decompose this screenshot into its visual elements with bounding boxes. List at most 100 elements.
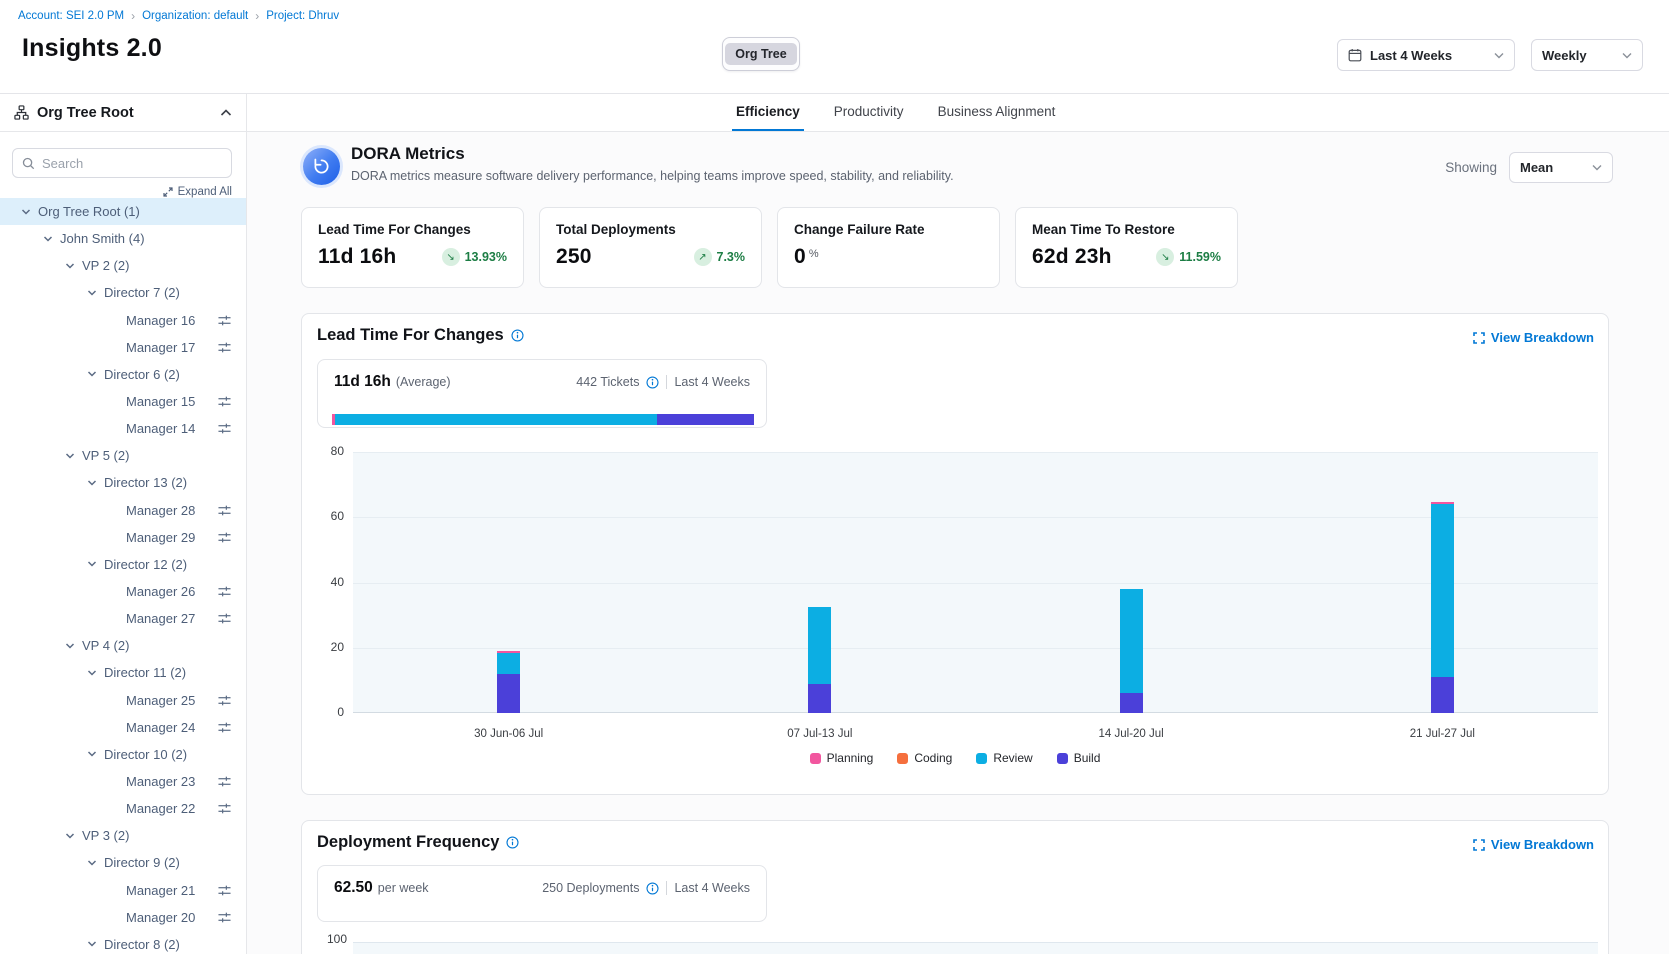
legend-item-review[interactable]: Review	[976, 751, 1032, 765]
chevron-down-icon[interactable]	[86, 558, 98, 570]
filters-icon[interactable]	[217, 802, 232, 815]
chevron-down-icon[interactable]	[86, 477, 98, 489]
tree-item-manager-15[interactable]: Manager 15	[0, 388, 246, 415]
deployment-rate-suffix: per week	[378, 881, 429, 895]
filters-icon[interactable]	[217, 531, 232, 544]
filters-icon[interactable]	[217, 612, 232, 625]
info-icon[interactable]	[506, 836, 519, 849]
tree-item-manager-21[interactable]: Manager 21	[0, 877, 246, 904]
chevron-down-icon[interactable]	[86, 748, 98, 760]
tree-item-label: Manager 21	[126, 883, 195, 898]
breadcrumb-project[interactable]: Project: Dhruv	[266, 10, 339, 22]
chevron-down-icon[interactable]	[86, 368, 98, 380]
lead-time-view-breakdown[interactable]: View Breakdown	[1473, 330, 1594, 345]
breadcrumb-account[interactable]: Account: SEI 2.0 PM	[18, 10, 124, 22]
lead-time-panel: Lead Time For Changes View Breakdown 11d…	[301, 313, 1609, 795]
bar-segment-review	[1431, 504, 1454, 677]
tree-item-director-10-2-[interactable]: Director 10 (2)	[0, 741, 246, 768]
chevron-down-icon[interactable]	[86, 667, 98, 679]
tree-item-manager-23[interactable]: Manager 23	[0, 768, 246, 795]
tree-item-manager-25[interactable]: Manager 25	[0, 687, 246, 714]
tab-productivity[interactable]: Productivity	[830, 94, 908, 131]
filters-icon[interactable]	[217, 884, 232, 897]
breadcrumb-organization[interactable]: Organization: default	[142, 10, 248, 22]
tree-item-manager-27[interactable]: Manager 27	[0, 605, 246, 632]
chevron-down-icon[interactable]	[20, 206, 32, 218]
granularity-value: Weekly	[1542, 48, 1587, 63]
legend-item-coding[interactable]: Coding	[897, 751, 952, 765]
legend-item-planning[interactable]: Planning	[810, 751, 874, 765]
tab-efficiency[interactable]: Efficiency	[732, 94, 804, 131]
collapse-sidebar-icon[interactable]	[220, 109, 232, 117]
filters-icon[interactable]	[217, 504, 232, 517]
metric-card-unit: %	[809, 248, 819, 260]
tree-item-manager-26[interactable]: Manager 26	[0, 578, 246, 605]
tree-item-manager-24[interactable]: Manager 24	[0, 714, 246, 741]
tree-item-label: Manager 23	[126, 774, 195, 789]
tree-item-vp-5-2-[interactable]: VP 5 (2)	[0, 442, 246, 469]
tree-item-director-9-2-[interactable]: Director 9 (2)	[0, 849, 246, 876]
tree-item-director-12-2-[interactable]: Director 12 (2)	[0, 551, 246, 578]
stacked-bar-4[interactable]	[1431, 502, 1454, 713]
chevron-down-icon[interactable]	[64, 260, 76, 272]
info-icon[interactable]	[646, 882, 659, 895]
breadcrumb-separator: ›	[255, 9, 259, 23]
tree-item-manager-22[interactable]: Manager 22	[0, 795, 246, 822]
filters-icon[interactable]	[217, 422, 232, 435]
filters-icon[interactable]	[217, 911, 232, 924]
stacked-bar-3[interactable]	[1120, 589, 1143, 713]
filters-icon[interactable]	[217, 395, 232, 408]
tree-item-director-11-2-[interactable]: Director 11 (2)	[0, 659, 246, 686]
tree-item-director-7-2-[interactable]: Director 7 (2)	[0, 279, 246, 306]
chevron-down-icon[interactable]	[64, 450, 76, 462]
tree-item-director-13-2-[interactable]: Director 13 (2)	[0, 469, 246, 496]
chevron-down-icon[interactable]	[86, 938, 98, 950]
deployment-view-breakdown[interactable]: View Breakdown	[1473, 837, 1594, 852]
chevron-down-icon[interactable]	[64, 830, 76, 842]
tab-business-alignment[interactable]: Business Alignment	[934, 94, 1060, 131]
deployment-count: 250 Deployments	[542, 881, 639, 895]
tree-item-manager-14[interactable]: Manager 14	[0, 415, 246, 442]
chevron-down-icon[interactable]	[86, 857, 98, 869]
info-icon[interactable]	[511, 329, 524, 342]
filters-icon[interactable]	[217, 775, 232, 788]
showing-select[interactable]: Mean	[1509, 152, 1613, 183]
tree-item-manager-17[interactable]: Manager 17	[0, 334, 246, 361]
tree-item-vp-4-2-[interactable]: VP 4 (2)	[0, 632, 246, 659]
filters-icon[interactable]	[217, 694, 232, 707]
tree-item-manager-29[interactable]: Manager 29	[0, 524, 246, 551]
chevron-down-icon[interactable]	[42, 233, 54, 245]
tree-item-org-tree-root-1-[interactable]: Org Tree Root (1)	[0, 198, 246, 225]
tree-item-director-6-2-[interactable]: Director 6 (2)	[0, 361, 246, 388]
tree-item-vp-2-2-[interactable]: VP 2 (2)	[0, 252, 246, 279]
tree-item-manager-16[interactable]: Manager 16	[0, 307, 246, 334]
legend-swatch-review	[976, 753, 987, 764]
filters-icon[interactable]	[217, 585, 232, 598]
tree-item-vp-3-2-[interactable]: VP 3 (2)	[0, 822, 246, 849]
metric-card-value: 0	[794, 245, 806, 269]
tree-item-manager-20[interactable]: Manager 20	[0, 904, 246, 931]
org-tree-toggle-button[interactable]: Org Tree	[722, 37, 800, 71]
metric-card-title: Lead Time For Changes	[318, 222, 507, 237]
filters-icon[interactable]	[217, 314, 232, 327]
tree-item-manager-28[interactable]: Manager 28	[0, 497, 246, 524]
lead-time-average-value: 11d 16h	[334, 373, 391, 391]
tree-item-john-smith-4-[interactable]: John Smith (4)	[0, 225, 246, 252]
stacked-bar-1[interactable]	[497, 651, 520, 713]
stacked-bar-2[interactable]	[808, 607, 831, 713]
gridline-40	[353, 583, 1598, 584]
info-icon[interactable]	[646, 376, 659, 389]
dora-metric-cards: Lead Time For Changes11d 16h↘13.93%Total…	[301, 207, 1238, 288]
chevron-down-icon[interactable]	[86, 287, 98, 299]
expand-all-button[interactable]: Expand All	[163, 186, 232, 198]
search-input[interactable]	[42, 156, 222, 171]
filters-icon[interactable]	[217, 341, 232, 354]
tree-item-director-8-2-[interactable]: Director 8 (2)	[0, 931, 246, 954]
filters-icon[interactable]	[217, 721, 232, 734]
granularity-select[interactable]: Weekly	[1531, 39, 1643, 71]
date-range-select[interactable]: Last 4 Weeks	[1337, 39, 1515, 71]
chevron-down-icon	[1622, 52, 1632, 59]
chevron-down-icon[interactable]	[64, 640, 76, 652]
sidebar-search[interactable]	[12, 148, 232, 178]
legend-item-build[interactable]: Build	[1057, 751, 1101, 765]
